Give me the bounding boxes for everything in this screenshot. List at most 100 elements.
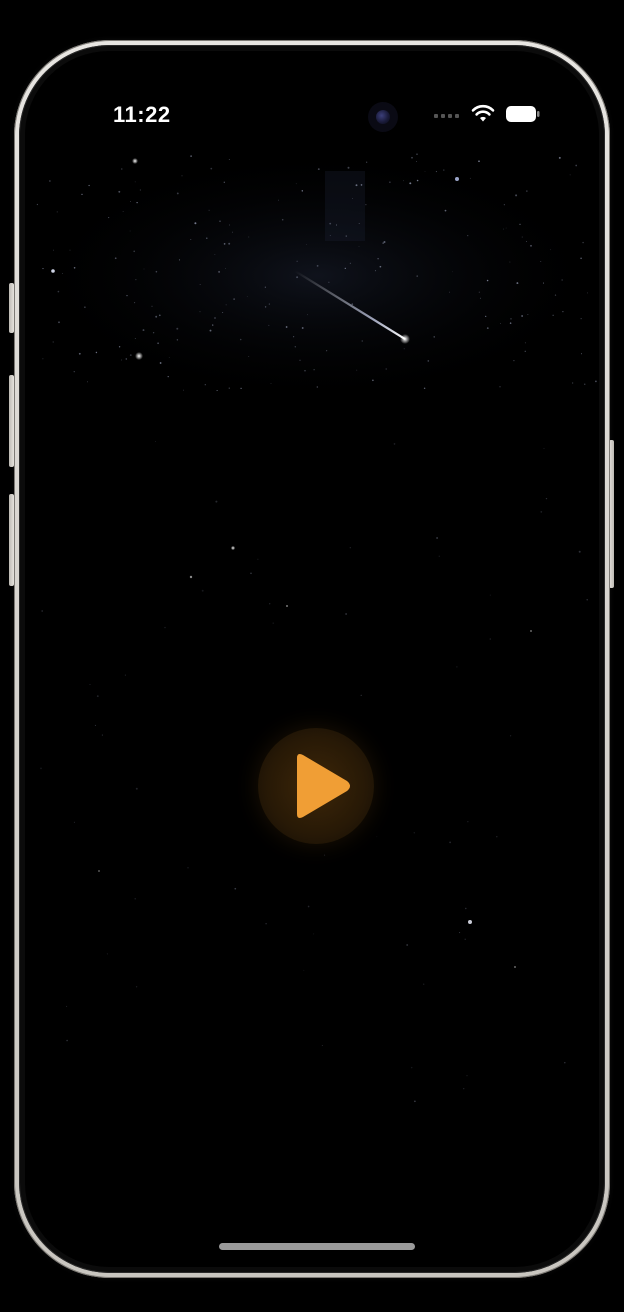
- star: [248, 236, 250, 238]
- star: [444, 209, 447, 212]
- star: [478, 291, 480, 293]
- star: [176, 339, 179, 341]
- star: [509, 261, 511, 263]
- star: [329, 222, 332, 225]
- star: [189, 575, 193, 579]
- star: [108, 217, 110, 219]
- star: [176, 327, 179, 330]
- star: [503, 228, 505, 230]
- star: [316, 386, 318, 388]
- star: [214, 317, 216, 319]
- star: [303, 969, 305, 971]
- star: [464, 938, 466, 940]
- device-bezel: 11:22: [19, 45, 605, 1273]
- star: [293, 336, 295, 338]
- star: [554, 294, 557, 296]
- star: [467, 821, 469, 823]
- signal-bar: [434, 114, 438, 118]
- star: [569, 174, 571, 176]
- star: [586, 599, 588, 601]
- star: [294, 346, 296, 348]
- star: [433, 336, 435, 338]
- star: [178, 259, 181, 261]
- play-button[interactable]: [258, 728, 374, 844]
- star: [167, 376, 169, 378]
- star: [139, 189, 142, 191]
- bright-star: [132, 158, 138, 164]
- status-bar-time: 11:22: [113, 102, 171, 127]
- star: [176, 192, 179, 195]
- star: [151, 305, 153, 307]
- star: [377, 258, 379, 260]
- star: [155, 441, 157, 442]
- star: [582, 241, 584, 244]
- star: [358, 223, 360, 224]
- star: [155, 270, 158, 273]
- star: [296, 276, 299, 279]
- star: [61, 273, 63, 275]
- star: [423, 387, 426, 390]
- star: [52, 341, 54, 343]
- star: [101, 734, 103, 736]
- star: [456, 666, 458, 668]
- home-indicator[interactable]: [219, 1243, 415, 1250]
- star: [57, 290, 60, 293]
- star: [526, 190, 528, 192]
- star: [540, 261, 542, 262]
- star: [351, 303, 354, 305]
- star: [366, 161, 368, 163]
- star: [214, 254, 216, 255]
- star: [268, 324, 270, 326]
- star: [427, 360, 430, 362]
- star: [361, 340, 363, 342]
- star: [581, 353, 582, 355]
- star: [513, 359, 515, 362]
- star: [36, 203, 39, 206]
- star: [575, 164, 578, 167]
- star: [469, 177, 471, 179]
- star: [438, 555, 440, 557]
- star: [296, 260, 298, 262]
- star: [257, 558, 259, 560]
- device-frame: 11:22: [14, 40, 610, 1278]
- star: [505, 227, 507, 229]
- star: [552, 314, 554, 316]
- star: [509, 322, 512, 324]
- star: [510, 735, 512, 737]
- star: [155, 315, 158, 318]
- star: [222, 311, 224, 313]
- signal-bar: [455, 114, 459, 118]
- starfield-background: [25, 146, 599, 1103]
- star: [345, 613, 348, 615]
- star: [118, 190, 121, 193]
- star: [228, 387, 230, 389]
- star: [250, 572, 252, 575]
- star: [278, 199, 279, 201]
- star: [216, 389, 218, 392]
- star: [516, 282, 519, 285]
- star: [500, 323, 501, 324]
- star: [372, 379, 374, 382]
- star: [190, 155, 192, 157]
- star: [316, 265, 319, 267]
- star: [152, 332, 155, 334]
- star: [463, 1088, 465, 1090]
- star: [376, 836, 378, 838]
- star: [344, 267, 346, 270]
- star: [479, 297, 481, 299]
- star: [239, 338, 242, 341]
- star: [317, 168, 320, 170]
- star: [223, 243, 226, 245]
- star: [510, 318, 512, 320]
- star: [304, 370, 306, 372]
- signal-bar: [448, 114, 452, 118]
- star: [135, 279, 137, 281]
- star: [345, 235, 347, 237]
- star: [449, 291, 450, 293]
- star: [564, 1061, 566, 1064]
- star: [416, 153, 418, 155]
- star: [66, 1005, 68, 1007]
- star: [356, 369, 358, 371]
- star: [121, 168, 123, 170]
- star: [73, 821, 75, 823]
